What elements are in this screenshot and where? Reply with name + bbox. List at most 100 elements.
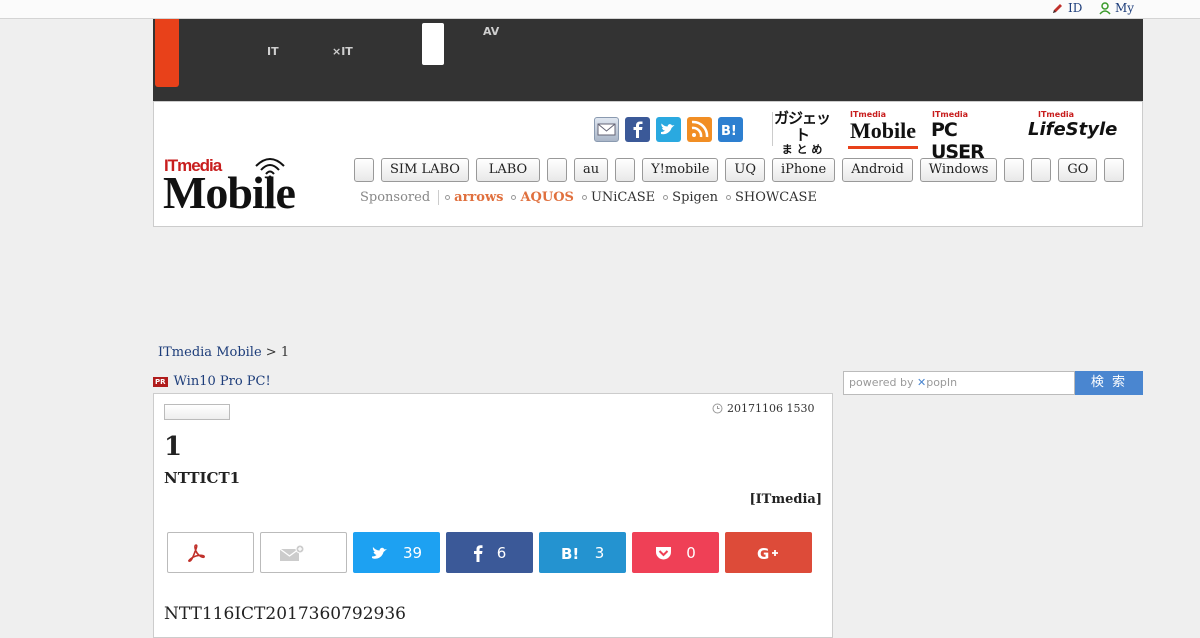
nav-button-sim-labo[interactable]: SIM LABO bbox=[381, 158, 469, 182]
search-input[interactable]: powered by ✕popIn bbox=[843, 371, 1075, 395]
id-link[interactable]: ID bbox=[1051, 1, 1082, 15]
clock-icon bbox=[712, 403, 723, 414]
pdf-button[interactable] bbox=[167, 532, 254, 573]
facebook-icon bbox=[473, 544, 483, 562]
sponsored-links: Sponsored arrows AQUOS UNiCASE Spigen SH… bbox=[360, 190, 825, 205]
site-logo[interactable]: ITmedia Mobile bbox=[163, 156, 324, 220]
article-body: NTT116ICT2017360792936 bbox=[164, 604, 406, 624]
brand-mobile-label: Mobile bbox=[850, 118, 916, 143]
nav-button-1[interactable] bbox=[354, 158, 374, 182]
article-subtitle: NTTICT1 bbox=[164, 469, 241, 487]
sponsored-link-unicase[interactable]: UNiCASE bbox=[581, 190, 656, 205]
brand-pcuser-itmedia: ITmedia bbox=[932, 110, 969, 119]
sponsored-link-aquos[interactable]: AQUOS bbox=[511, 190, 574, 205]
nav-button-windows[interactable]: Windows bbox=[919, 158, 998, 182]
pocket-share-count: 0 bbox=[686, 543, 696, 562]
mail-share-button[interactable] bbox=[594, 117, 619, 142]
nav-button-android[interactable]: Android bbox=[842, 158, 913, 182]
article: 20171106 1530 1 NTTICT1 [ITmedia] 39 6 B… bbox=[153, 393, 833, 638]
bullet-icon bbox=[445, 195, 451, 200]
breadcrumb-home[interactable]: ITmedia Mobile bbox=[158, 345, 262, 360]
brand-pcuser-label: PC USER bbox=[931, 119, 985, 163]
svg-text:B!: B! bbox=[561, 545, 579, 561]
nav-tab-highlight[interactable] bbox=[422, 23, 444, 65]
sponsored-link-arrows[interactable]: arrows bbox=[445, 190, 503, 205]
my-link-label: My bbox=[1115, 1, 1135, 15]
hatena-share-count: 3 bbox=[594, 543, 605, 562]
section-nav: SIM LABO LABO au Y!mobile UQ iPhone Andr… bbox=[354, 158, 1125, 182]
facebook-share-count: 6 bbox=[496, 543, 507, 562]
my-link[interactable]: My bbox=[1099, 1, 1134, 15]
bullet-icon bbox=[581, 195, 587, 200]
nav-button-labo[interactable]: LABO bbox=[475, 158, 540, 182]
sponsored-link-showcase[interactable]: SHOWCASE bbox=[725, 190, 817, 205]
hatena-icon: B! bbox=[561, 545, 579, 561]
share-buttons: 39 6 B! 3 0 G bbox=[167, 532, 812, 573]
pocket-icon bbox=[656, 546, 672, 559]
svg-text:B!: B! bbox=[721, 124, 737, 139]
header-divider bbox=[772, 112, 773, 146]
sponsored-link-label: UNiCASE bbox=[590, 190, 656, 205]
sponsored-link-spigen[interactable]: Spigen bbox=[663, 190, 718, 205]
logo-mobile: Mobile bbox=[163, 167, 296, 218]
article-byline: [ITmedia] bbox=[749, 492, 822, 507]
top-utility-bar: ID My bbox=[0, 0, 1200, 19]
twitter-share-count: 39 bbox=[402, 543, 423, 562]
bullet-icon bbox=[725, 195, 731, 200]
pencil-icon bbox=[1053, 3, 1062, 13]
sponsored-label: Sponsored bbox=[360, 190, 440, 205]
pr-link-label: Win10 Pro PC! bbox=[173, 374, 271, 389]
pocket-share-button[interactable]: 0 bbox=[632, 532, 719, 573]
global-nav-item-2[interactable]: ×IT bbox=[332, 27, 353, 57]
hatena-bookmark-button[interactable]: B! bbox=[718, 117, 743, 142]
global-nav-item-3[interactable]: AV bbox=[483, 26, 499, 37]
sponsored-link-label: arrows bbox=[454, 190, 504, 205]
nav-button-ymobile[interactable]: Y!mobile bbox=[642, 158, 719, 182]
article-title: 1 bbox=[164, 432, 183, 462]
site-search: powered by ✕popIn 検 索 bbox=[843, 371, 1143, 395]
brand-gadget-line1: ガジェット bbox=[774, 109, 831, 144]
nav-button-15[interactable] bbox=[1104, 158, 1125, 182]
hatena-icon: B! bbox=[721, 124, 737, 139]
global-nav-item-1[interactable]: IT bbox=[267, 27, 279, 57]
brand-lifestyle-itmedia: ITmedia bbox=[1038, 110, 1075, 119]
mail-add-icon bbox=[279, 544, 305, 561]
nav-button-uq[interactable]: UQ bbox=[725, 158, 766, 182]
rss-button[interactable] bbox=[687, 117, 712, 142]
nav-button-go[interactable]: GO bbox=[1058, 158, 1098, 182]
article-tag[interactable] bbox=[164, 404, 230, 420]
popin-logo-icon: ✕ bbox=[917, 376, 927, 389]
twitter-button[interactable] bbox=[656, 117, 681, 142]
article-date-text: 20171106 1530 bbox=[727, 402, 815, 415]
google-plus-share-button[interactable]: G bbox=[725, 532, 812, 573]
facebook-share-button[interactable]: 6 bbox=[446, 532, 533, 573]
brand-mobile[interactable]: ITmedia Mobile bbox=[848, 110, 918, 149]
mail-icon bbox=[597, 123, 616, 136]
nav-button-4[interactable] bbox=[546, 158, 567, 182]
breadcrumb-current: 1 bbox=[280, 345, 290, 360]
bullet-icon bbox=[663, 195, 669, 200]
hatena-share-button[interactable]: B! 3 bbox=[539, 532, 626, 573]
pr-link[interactable]: PR Win10 Pro PC! bbox=[153, 374, 271, 389]
facebook-icon bbox=[633, 121, 643, 138]
brand-gadget-line2: ま と め bbox=[781, 143, 823, 156]
nav-button-13[interactable] bbox=[1031, 158, 1052, 182]
global-nav-header: IT ×IT AV bbox=[153, 19, 1143, 101]
search-provider: popIn bbox=[926, 376, 958, 389]
facebook-button[interactable] bbox=[625, 117, 650, 142]
brand-lifestyle-label: LifeStyle bbox=[1028, 119, 1118, 140]
breadcrumb: ITmedia Mobile > 1 bbox=[158, 345, 289, 360]
nav-tab-active[interactable] bbox=[155, 19, 179, 87]
sponsored-link-label: AQUOS bbox=[520, 190, 574, 205]
twitter-share-button[interactable]: 39 bbox=[353, 532, 440, 573]
nav-button-au[interactable]: au bbox=[573, 158, 609, 182]
sponsored-link-label: Spigen bbox=[672, 190, 718, 205]
nav-button-12[interactable] bbox=[1004, 158, 1025, 182]
nav-button-iphone[interactable]: iPhone bbox=[772, 158, 836, 182]
nav-button-6[interactable] bbox=[615, 158, 636, 182]
mail-article-button[interactable] bbox=[260, 532, 347, 573]
article-date: 20171106 1530 bbox=[712, 402, 814, 415]
brand-gadget-matome[interactable]: ガジェット ま と め bbox=[774, 109, 831, 156]
search-button[interactable]: 検 索 bbox=[1075, 371, 1143, 395]
site-header: ITmedia Mobile B! ガジェット ま と め ITmedia Mo… bbox=[153, 101, 1143, 227]
